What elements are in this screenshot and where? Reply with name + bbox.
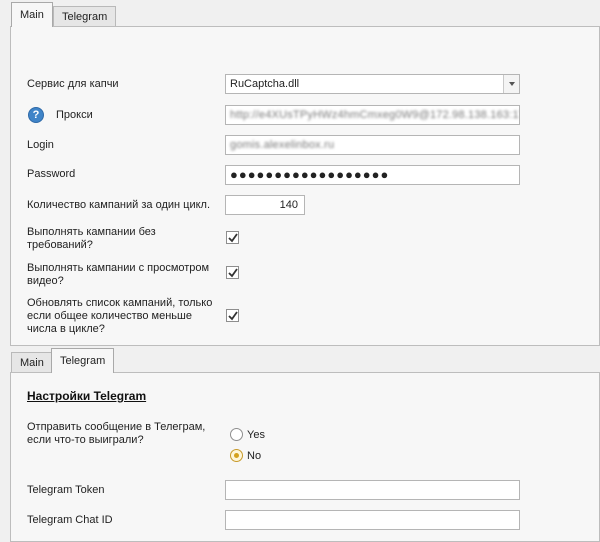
- telegram-token-label: Telegram Token: [27, 484, 105, 496]
- refresh-list-label-line3: числа в цикле?: [27, 323, 105, 335]
- radio-no-label: No: [247, 450, 262, 462]
- telegram-chat-id-label: Telegram Chat ID: [27, 514, 113, 526]
- password-label: Password: [27, 168, 76, 180]
- password-value: ●●●●●●●●●●●●●●●●●●: [230, 167, 390, 182]
- send-message-label-line2: если что-то выиграли?: [27, 434, 144, 446]
- telegram-section-title: Настройки Telegram: [27, 389, 147, 403]
- radio-yes-label: Yes: [247, 429, 265, 441]
- radio-yes[interactable]: [230, 428, 243, 441]
- captcha-service-label: Сервис для капчи: [27, 78, 119, 90]
- run-video-label-line2: видео?: [27, 275, 64, 287]
- run-no-requirements-label-line2: требований?: [27, 239, 93, 251]
- login-input[interactable]: gomis.alexelinbox.ru: [225, 135, 520, 155]
- run-video-label: Выполнять кампании с просмотром видео?: [27, 262, 209, 288]
- captcha-service-value: RuCaptcha.dll: [230, 78, 300, 90]
- main-settings-panel: Main Telegram Сервис для капчи RuCaptcha…: [0, 0, 600, 346]
- telegram-token-input[interactable]: [225, 480, 520, 500]
- password-input[interactable]: ●●●●●●●●●●●●●●●●●●: [225, 165, 520, 185]
- tab-telegram[interactable]: Telegram: [53, 6, 117, 28]
- telegram-chat-id-input[interactable]: [225, 510, 520, 530]
- run-no-requirements-label-line1: Выполнять кампании без: [27, 226, 156, 238]
- proxy-input[interactable]: http://e4XUsTPyHWz4hmCmxeg0W9@172.98.138…: [225, 105, 520, 125]
- radio-no[interactable]: [230, 449, 243, 462]
- check-icon: [228, 311, 238, 321]
- send-message-label: Отправить сообщение в Телеграм, если что…: [27, 421, 205, 447]
- refresh-list-label-line1: Обновлять список кампаний, только: [27, 297, 213, 309]
- proxy-label: Прокси: [56, 109, 93, 121]
- telegram-tab-page: Настройки Telegram Отправить сообщение в…: [10, 372, 600, 542]
- campaigns-per-cycle-input[interactable]: 140: [225, 195, 305, 215]
- tab-main[interactable]: Main: [11, 2, 53, 27]
- chevron-down-icon[interactable]: [503, 75, 519, 93]
- top-tabstrip: Main Telegram: [0, 0, 600, 28]
- campaigns-per-cycle-value: 140: [279, 199, 298, 211]
- check-icon: [228, 233, 238, 243]
- run-video-checkbox[interactable]: [226, 266, 239, 279]
- send-message-label-line1: Отправить сообщение в Телеграм,: [27, 421, 206, 433]
- refresh-list-label-line2: если общее количество меньше: [27, 310, 192, 322]
- tab-main[interactable]: Main: [11, 352, 53, 374]
- captcha-service-select[interactable]: RuCaptcha.dll: [225, 74, 520, 94]
- refresh-list-checkbox[interactable]: [226, 309, 239, 322]
- bottom-tabstrip: Main Telegram: [0, 346, 600, 374]
- refresh-list-label: Обновлять список кампаний, только если о…: [27, 297, 212, 336]
- check-icon: [228, 268, 238, 278]
- campaigns-per-cycle-label: Количество кампаний за один цикл.: [27, 199, 210, 211]
- help-icon[interactable]: ?: [28, 107, 44, 123]
- telegram-settings-panel: Main Telegram Настройки Telegram Отправи…: [0, 346, 600, 542]
- run-no-requirements-label: Выполнять кампании без требований?: [27, 226, 156, 252]
- main-tab-page: Сервис для капчи RuCaptcha.dll ? Прокси …: [10, 26, 600, 346]
- run-video-label-line1: Выполнять кампании с просмотром: [27, 262, 210, 274]
- login-label: Login: [27, 139, 54, 151]
- login-value: gomis.alexelinbox.ru: [230, 139, 335, 151]
- run-no-requirements-checkbox[interactable]: [226, 231, 239, 244]
- tab-telegram[interactable]: Telegram: [51, 348, 115, 373]
- proxy-value: http://e4XUsTPyHWz4hmCmxeg0W9@172.98.138…: [230, 109, 520, 121]
